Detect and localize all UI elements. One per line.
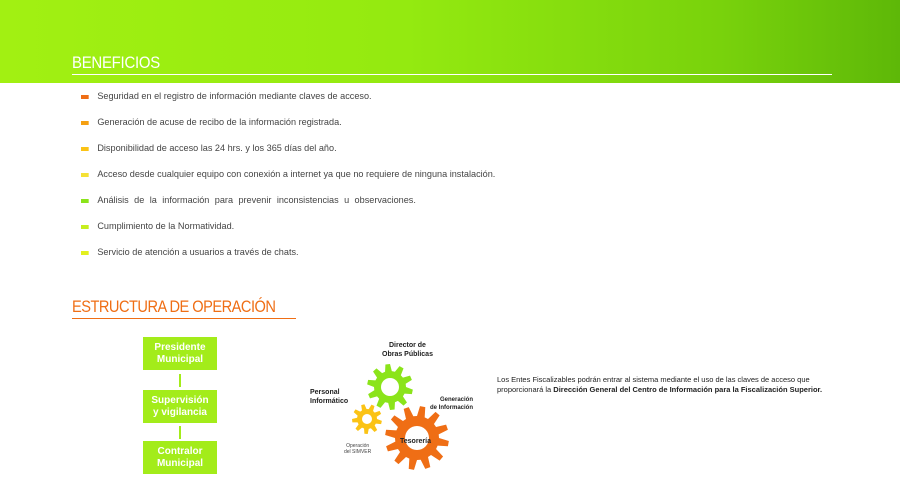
benefit-item: Acceso desde cualquier equipo con conexi… [81,168,495,194]
benefit-text: Generación de acuse de recibo de la info… [97,117,342,128]
gears-diagram: Director de Obras Públicas Personal Inform… [300,330,490,480]
label-generacion: Generación de Información [430,396,473,412]
benefit-text: Cumplimiento de la Normatividad. [97,221,235,232]
org-box-line: Presidente [154,341,206,353]
label-line: de Información [430,405,474,411]
label-tesoreria: Tesorería [400,438,431,445]
header-divider [72,74,832,75]
org-box-line: Municipal [156,457,204,469]
label-line: Director de [389,342,426,349]
structure-divider [72,318,296,319]
org-box-line: Contralor [157,445,203,457]
org-connector [179,374,181,387]
gear-yellow-icon [352,404,382,434]
label-director: Director de Obras Públicas [382,341,433,359]
benefit-item: Seguridad en el registro de información … [81,90,495,116]
benefits-title: BENEFICIOS [72,53,160,72]
label-operacion: Operación del SIMVER [344,443,371,455]
label-line: Obras Públicas [382,351,433,358]
benefit-text: Servicio de atención a usuarios a través… [97,247,299,258]
org-box-supervision: Supervisión y vigilancia [143,390,217,423]
benefit-item: Análisis de la información para prevenir… [81,194,495,220]
benefit-item: Disponibilidad de acceso las 24 hrs. y l… [81,142,495,168]
org-box-line: Supervisión [151,394,209,406]
label-personal: Personal Informático [310,388,348,406]
org-box-line: Municipal [156,353,204,365]
benefit-text: Disponibilidad de acceso las 24 hrs. y l… [97,143,337,154]
benefits-list: Seguridad en el registro de información … [81,90,513,272]
bullet-icon [81,95,89,99]
bullet-icon [81,225,89,229]
structure-title: ESTRUCTURA DE OPERACIÓN [72,297,276,316]
benefit-item: Generación de acuse de recibo de la info… [81,116,495,142]
gear-green-icon [367,364,413,410]
bullet-icon [81,251,89,255]
description-bold: Dirección General del Centro de Informac… [553,385,823,394]
bullet-icon [81,173,89,177]
benefit-item: Servicio de atención a usuarios a través… [81,246,495,272]
org-box-presidente: Presidente Municipal [143,337,217,370]
benefit-text: Acceso desde cualquier equipo con conexi… [97,169,496,180]
label-line: Generación [440,397,474,403]
benefit-text: Seguridad en el registro de información … [97,91,372,102]
org-box-line: y vigilancia [153,406,207,418]
label-line: Personal [310,389,340,396]
description-paragraph: Los Entes Fiscalizables podrán entrar al… [497,375,827,395]
bullet-icon [81,199,89,203]
org-connector [179,426,181,439]
label-line: del SIMVER [344,449,372,455]
bullet-icon [81,147,89,151]
label-line: Informático [310,398,349,405]
benefit-text: Análisis de la información para prevenir… [97,195,416,206]
org-box-contralor: Contralor Municipal [143,441,217,474]
benefit-item: Cumplimiento de la Normatividad. [81,220,495,246]
bullet-icon [81,121,89,125]
